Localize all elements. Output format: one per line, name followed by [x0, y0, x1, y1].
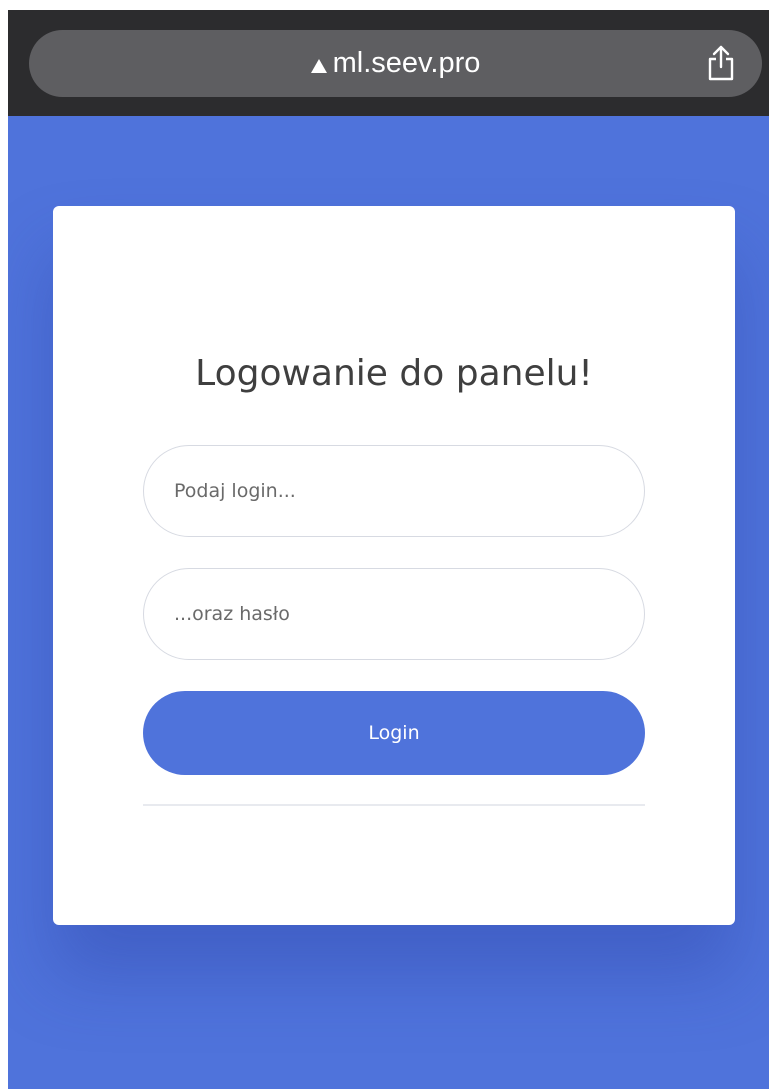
address-bar[interactable]: ml.seev.pro [29, 30, 762, 97]
warning-triangle-icon [310, 58, 327, 73]
page-title: Logowanie do panelu! [195, 353, 593, 394]
divider [143, 804, 645, 806]
login-button[interactable]: Login [143, 691, 645, 775]
login-input[interactable] [143, 445, 645, 537]
browser-toolbar: ml.seev.pro [8, 10, 769, 116]
share-icon[interactable] [706, 44, 736, 82]
login-card: Logowanie do panelu! Login [53, 206, 735, 925]
url-text: ml.seev.pro [332, 47, 481, 79]
password-input[interactable] [143, 568, 645, 660]
page-frame: ml.seev.pro Logowanie do panelu! Login [8, 10, 769, 1089]
url-display[interactable]: ml.seev.pro [29, 30, 762, 97]
